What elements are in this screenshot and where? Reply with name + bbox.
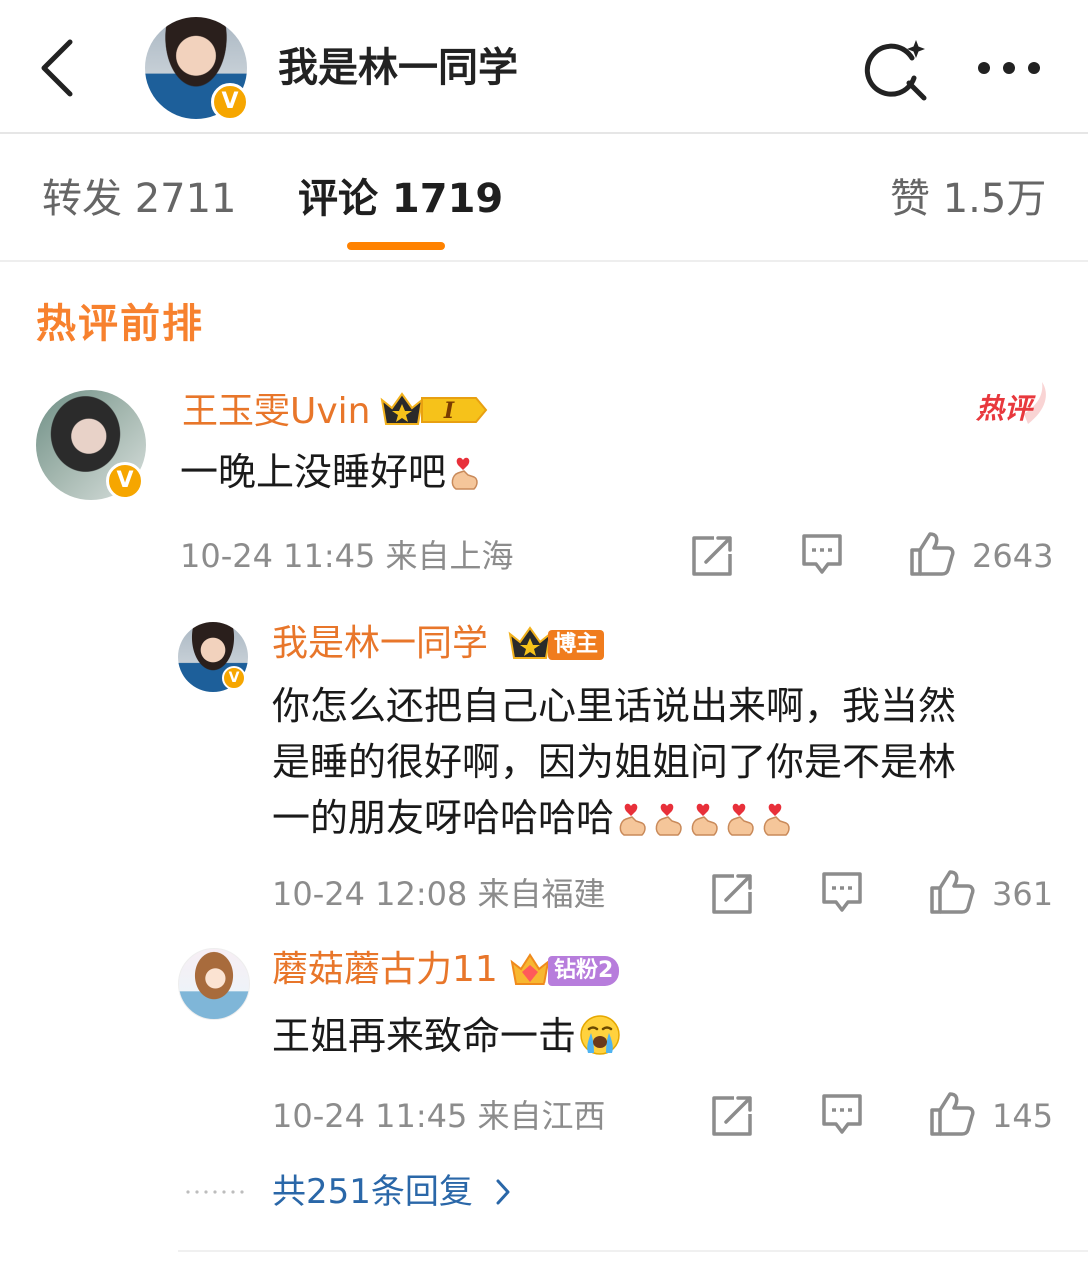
- crown-level-icon: I: [380, 392, 488, 425]
- comment-time: 10-24 11:45: [180, 537, 376, 575]
- author-avatar[interactable]: V: [145, 17, 249, 121]
- reply-meta: 10-24 11:45 来自江西: [272, 1094, 606, 1138]
- comment-meta: 10-24 11:45 来自上海: [180, 534, 514, 578]
- reply-time: 10-24 12:08: [272, 875, 468, 913]
- finger-heart-emoji: [451, 457, 478, 490]
- reply-meta: 10-24 12:08 来自福建: [272, 872, 606, 916]
- reply-username[interactable]: 蘑菇蘑古力11: [272, 946, 498, 994]
- tab-comments[interactable]: 评论 1719: [298, 172, 503, 226]
- reply-location: 来自福建: [477, 875, 606, 913]
- reply-body: 王姐再来致命一击: [272, 1014, 577, 1058]
- comment-text: 一晚上没睡好吧: [180, 444, 482, 500]
- page-title[interactable]: 我是林一同学: [278, 38, 518, 98]
- finger-heart-emoji: [655, 803, 682, 836]
- view-all-replies-link[interactable]: 共251条回复: [272, 1170, 514, 1214]
- like-icon[interactable]: [928, 1090, 976, 1138]
- svg-text:I: I: [443, 398, 455, 424]
- svg-text:热评: 热评: [975, 392, 1036, 425]
- reply-username[interactable]: 我是林一同学: [272, 620, 488, 668]
- reply-text-line: 一的朋友呀哈哈哈哈: [272, 790, 1062, 846]
- hot-comments-title: 热评前排: [36, 301, 204, 347]
- more-replies-label: 共251条回复: [272, 1172, 473, 1212]
- like-count: 145: [992, 1097, 1054, 1135]
- like-icon[interactable]: [928, 868, 976, 916]
- commenter-name[interactable]: 王玉雯Uvin: [182, 388, 370, 436]
- like-count: 361: [992, 875, 1054, 913]
- like-icon[interactable]: [908, 530, 956, 578]
- active-tab-indicator: [347, 242, 445, 250]
- reply-location: 来自江西: [477, 1097, 606, 1135]
- verified-badge: V: [222, 666, 246, 690]
- reply-time: 10-24 11:45: [272, 1097, 468, 1135]
- like-count: 2643: [972, 537, 1054, 575]
- chevron-left-icon[interactable]: [36, 36, 80, 100]
- comment-location: 来自上海: [385, 537, 514, 575]
- commenter-avatar[interactable]: V: [36, 390, 146, 500]
- verified-badge: V: [106, 462, 144, 500]
- search-sparkle-icon[interactable]: [862, 36, 930, 104]
- hot-comment-tag: 热评: [975, 382, 1046, 425]
- comment-icon[interactable]: [820, 870, 864, 916]
- crying-face-emoji: [580, 1015, 620, 1055]
- reply-text-tail: 一的朋友呀哈哈哈哈: [272, 796, 615, 840]
- reply-text: 你怎么还把自己心里话说出来啊，我当然 是睡的很好啊，因为姐姐问了你是不是林 一的…: [272, 678, 1062, 846]
- chevron-right-icon: [496, 1179, 510, 1205]
- finger-heart-emoji: [619, 803, 646, 836]
- top-bar: V 我是林一同学: [0, 0, 1088, 134]
- finger-heart-emoji: [691, 803, 718, 836]
- comment-icon[interactable]: [820, 1092, 864, 1138]
- more-dots-icon[interactable]: [974, 54, 1044, 82]
- comment-icon[interactable]: [800, 532, 844, 578]
- thread-dots: [186, 1190, 244, 1194]
- reply-avatar[interactable]: V: [178, 622, 248, 692]
- fan-level-badge: 钻粉2: [548, 956, 620, 986]
- tab-likes[interactable]: 赞 1.5万: [890, 172, 1046, 226]
- reply-text-line: 是睡的很好啊，因为姐姐问了你是不是林: [272, 740, 957, 784]
- reply-avatar[interactable]: [178, 948, 250, 1020]
- comment-body: 一晚上没睡好吧: [180, 450, 447, 494]
- finger-heart-emoji: [763, 803, 790, 836]
- repost-icon[interactable]: [690, 534, 734, 578]
- reply-text: 王姐再来致命一击: [272, 1008, 622, 1064]
- repost-icon[interactable]: [710, 872, 754, 916]
- divider: [178, 1250, 1088, 1252]
- finger-heart-emoji: [727, 803, 754, 836]
- reply-text-line: 你怎么还把自己心里话说出来啊，我当然: [272, 684, 957, 728]
- author-badge: 博主: [548, 630, 605, 660]
- verified-badge: V: [211, 83, 249, 121]
- repost-icon[interactable]: [710, 1094, 754, 1138]
- tab-reposts[interactable]: 转发 2711: [42, 172, 237, 226]
- tab-bar: 转发 2711 评论 1719 赞 1.5万: [0, 134, 1088, 262]
